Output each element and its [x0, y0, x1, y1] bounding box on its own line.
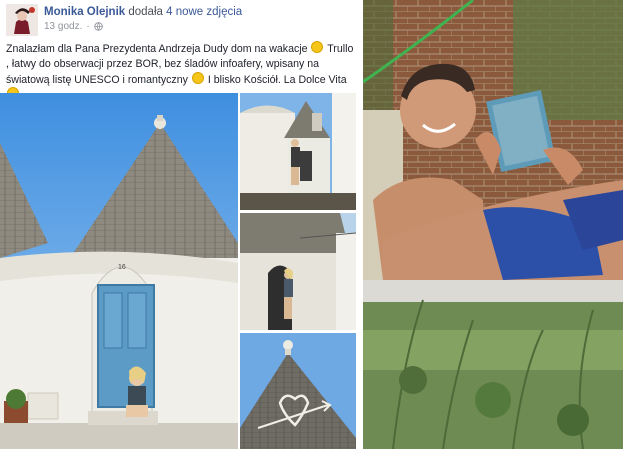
post-text-part-3: I blisko Kościół. La Dolce Vita [207, 73, 347, 86]
avatar-image [6, 4, 38, 36]
post-text-part-1: Znalazłam dla Pana Prezydenta Andrzeja D… [6, 43, 308, 55]
door-number: 16 [118, 264, 126, 271]
photo-trullo-middle[interactable] [240, 213, 356, 330]
post-header: Monika Olejnik dodała 4 nowe zdjęcia [44, 6, 242, 18]
post-meta: 13 godz. · [44, 21, 103, 32]
post-timestamp[interactable]: 13 godz. [44, 21, 82, 32]
globe-icon[interactable] [93, 22, 103, 31]
post-action: dodała [128, 6, 163, 18]
photo-trullo-heart[interactable] [240, 333, 356, 449]
photo-trullo-top[interactable] [240, 93, 356, 210]
photo-trullo-main[interactable]: 16 [0, 93, 238, 449]
photos-link[interactable]: 4 nowe zdjęcia [166, 6, 242, 18]
smiley-icon [191, 71, 204, 84]
facebook-post: Monika Olejnik dodała 4 nowe zdjęcia 13 … [0, 0, 360, 449]
photo-president-reading[interactable] [363, 0, 623, 449]
author-avatar[interactable] [6, 4, 38, 36]
author-name[interactable]: Monika Olejnik [44, 6, 125, 18]
smiley-icon [311, 41, 324, 53]
